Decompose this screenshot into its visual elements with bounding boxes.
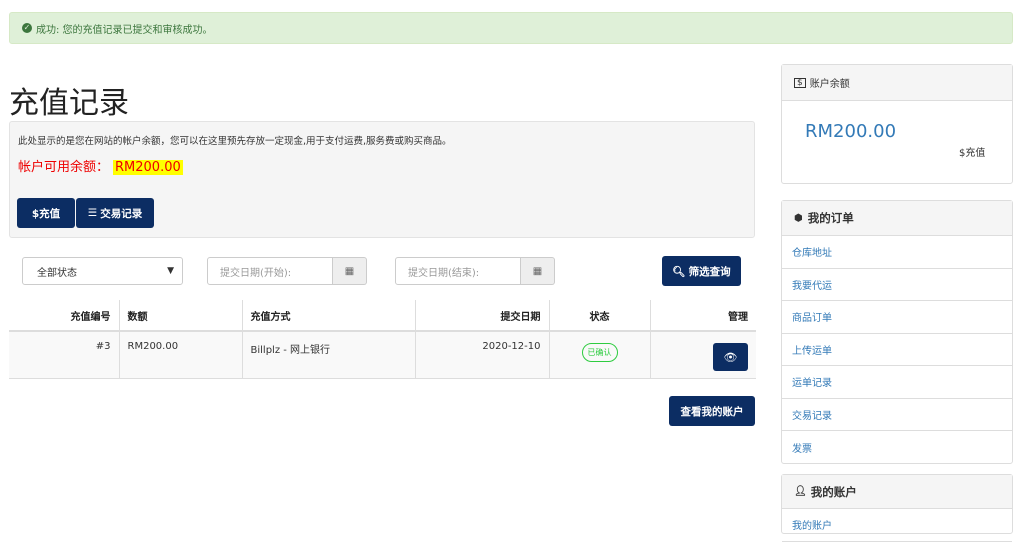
recharge-table: 充值编号 数额 充值方式 提交日期 状态 管理 #3 RM200.00 Bill… bbox=[9, 300, 756, 379]
orders-panel-header: ⬢ 我的订单 bbox=[782, 201, 1012, 236]
sidebar-item-forwarding[interactable]: 我要代运 bbox=[782, 269, 1012, 301]
check-circle-icon: ✓ bbox=[22, 23, 32, 33]
transactions-button-label: 交易记录 bbox=[100, 207, 143, 220]
header-manage: 管理 bbox=[650, 300, 756, 332]
balance-amount: RM200.00 bbox=[113, 160, 183, 175]
page-title: 充值记录 bbox=[9, 86, 129, 121]
orders-panel-title: 我的订单 bbox=[807, 211, 854, 225]
cell-status: 已确认 bbox=[549, 331, 651, 379]
sidebar-item-product-orders[interactable]: 商品订单 bbox=[782, 301, 1012, 334]
balance-label: 帐户可用余额： bbox=[18, 160, 110, 175]
status-badge: 已确认 bbox=[581, 343, 618, 362]
account-panel-title: 我的账户 bbox=[810, 484, 857, 499]
date-end-placeholder: 提交日期(结束): bbox=[408, 267, 480, 279]
cell-method: Billplz - 网上银行 bbox=[242, 331, 416, 379]
recharge-button-label: $充值 bbox=[31, 207, 61, 220]
sidebar-balance-amount: RM200.00 bbox=[805, 121, 897, 142]
available-balance: 帐户可用余额： RM200.00 bbox=[18, 156, 183, 175]
box-icon: ⬢ bbox=[794, 212, 803, 224]
balance-panel-title: 账户余额 bbox=[809, 79, 850, 90]
success-alert: ✓ 成功: 您的充值记录已提交和审核成功。 bbox=[9, 12, 1013, 44]
eye-icon: 👁︎ bbox=[723, 350, 738, 364]
sidebar-item-warehouse[interactable]: 仓库地址 bbox=[782, 236, 1012, 269]
account-panel: 👤︎ 我的账户 我的账户 bbox=[781, 474, 1013, 542]
table-header-row: 充值编号 数额 充值方式 提交日期 状态 管理 bbox=[9, 300, 756, 332]
cell-manage: 👁︎ bbox=[650, 331, 756, 379]
header-method: 充值方式 bbox=[242, 300, 416, 332]
view-button[interactable]: 👁︎ bbox=[713, 343, 748, 371]
cell-id: #3 bbox=[9, 331, 120, 379]
calendar-icon[interactable]: ▦ bbox=[333, 257, 367, 285]
recharge-button[interactable]: $充值 bbox=[17, 198, 75, 228]
balance-panel: $ 账户余额 RM200.00 $充值 bbox=[781, 64, 1013, 184]
filter-button[interactable]: 🔍︎ 筛选查询 bbox=[662, 256, 741, 286]
cell-amount: RM200.00 bbox=[119, 331, 243, 379]
table-row: #3 RM200.00 Billplz - 网上银行 2020-12-10 已确… bbox=[9, 331, 756, 379]
balance-panel-header: $ 账户余额 bbox=[782, 65, 1012, 101]
money-icon: $ bbox=[794, 77, 806, 88]
view-account-button[interactable]: 查看我的账户 bbox=[669, 396, 755, 426]
user-icon: 👤︎ bbox=[794, 486, 807, 497]
balance-description: 此处显示的是您在网站的帐户余额，您可以在这里预先存放一定现金,用于支付运费,服务… bbox=[18, 136, 452, 147]
sidebar-item-waybill-records[interactable]: 运单记录 bbox=[782, 366, 1012, 399]
balance-info-box: 此处显示的是您在网站的帐户余额，您可以在这里预先存放一定现金,用于支付运费,服务… bbox=[9, 121, 755, 238]
status-select-value: 全部状态 bbox=[37, 267, 77, 279]
date-start-input[interactable]: 提交日期(开始): bbox=[207, 257, 333, 285]
alert-text: 成功: 您的充值记录已提交和审核成功。 bbox=[36, 24, 213, 36]
status-select[interactable]: 全部状态 ▼ bbox=[22, 257, 183, 285]
sidebar-item-my-account[interactable]: 我的账户 bbox=[782, 509, 1012, 542]
orders-panel: ⬢ 我的订单 仓库地址 我要代运 商品订单 上传运单 运单记录 交易记录 发票 bbox=[781, 200, 1013, 464]
date-end-input[interactable]: 提交日期(结束): bbox=[395, 257, 521, 285]
header-amount: 数额 bbox=[119, 300, 243, 332]
header-status: 状态 bbox=[549, 300, 651, 332]
date-start-placeholder: 提交日期(开始): bbox=[220, 267, 292, 279]
sidebar-item-upload-waybill[interactable]: 上传运单 bbox=[782, 334, 1012, 366]
transactions-button[interactable]: ☰ 交易记录 bbox=[76, 198, 154, 228]
view-account-label: 查看我的账户 bbox=[680, 405, 744, 418]
list-icon: ☰ bbox=[87, 207, 98, 219]
calendar-icon[interactable]: ▦ bbox=[521, 257, 555, 285]
cell-date: 2020-12-10 bbox=[415, 331, 550, 379]
sidebar-recharge-link[interactable]: $充值 bbox=[959, 144, 985, 159]
filter-button-label: 筛选查询 bbox=[688, 265, 731, 278]
account-panel-header: 👤︎ 我的账户 bbox=[782, 475, 1012, 509]
chevron-down-icon: ▼ bbox=[167, 266, 174, 276]
header-id: 充值编号 bbox=[9, 300, 120, 332]
sidebar-item-invoice[interactable]: 发票 bbox=[782, 431, 1012, 464]
sidebar-item-transactions[interactable]: 交易记录 bbox=[782, 399, 1012, 431]
header-date: 提交日期 bbox=[415, 300, 550, 332]
search-icon: 🔍︎ bbox=[672, 265, 686, 278]
